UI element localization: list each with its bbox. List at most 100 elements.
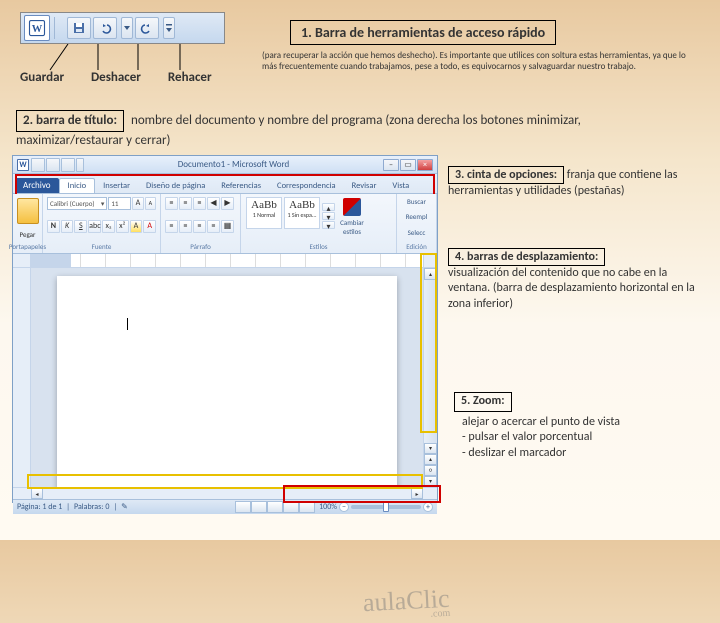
pointer-lines [20, 44, 225, 72]
indent-inc-icon[interactable]: ▶ [221, 197, 234, 210]
status-words[interactable]: 0 [105, 502, 109, 512]
tab-insertar[interactable]: Insertar [95, 179, 138, 193]
section5-line2: - pulsar el valor porcentual [462, 430, 706, 446]
section1-title: 1. Barra de herramientas de acceso rápid… [290, 20, 556, 45]
editing-group: Buscar Reempl Selecc Edición [397, 194, 437, 253]
ruler-toggle[interactable] [423, 254, 437, 267]
tab-correspondencia[interactable]: Correspondencia [269, 179, 344, 193]
select-button[interactable]: Selecc [408, 228, 426, 237]
watermark: aulaClic.com [362, 584, 450, 623]
qat-mini [31, 158, 84, 172]
change-styles-button[interactable]: Cambiar estilos [335, 196, 369, 236]
section5-line3: - deslizar el marcador [462, 446, 706, 462]
shrink-font-icon[interactable]: A [145, 197, 156, 210]
svg-text:W: W [32, 24, 43, 35]
section1-desc: (para recuperar la acción que hemos desh… [262, 50, 702, 73]
replace-button[interactable]: Reempl [406, 212, 428, 221]
zoom-control: 100% − + [319, 502, 433, 512]
multilevel-icon[interactable]: ≡ [193, 197, 206, 210]
styles-more-icon[interactable]: ▾ [322, 221, 335, 229]
view-web-icon[interactable] [267, 501, 283, 513]
font-color-button[interactable]: A [143, 220, 156, 233]
align-right-icon[interactable]: ≡ [193, 220, 206, 233]
horizontal-scrollbar[interactable]: ◂ ▸ [31, 488, 423, 499]
tab-referencias[interactable]: Referencias [213, 179, 269, 193]
zoom-out-button[interactable]: − [339, 502, 349, 512]
font-name-select[interactable]: Calibri (Cuerpo)▾ [47, 197, 107, 210]
zoom-slider[interactable] [351, 505, 421, 509]
font-size-select[interactable]: 11 [108, 197, 131, 210]
horizontal-scrollbar-row: ◂ ▸ [13, 487, 437, 499]
vertical-ruler[interactable] [13, 268, 31, 487]
section3-box: 3. cinta de opciones: [448, 166, 564, 184]
status-page[interactable]: Página: 1 de 1 [17, 502, 62, 512]
tab-revisar[interactable]: Revisar [344, 179, 385, 193]
qat-labels: Guardar Deshacer Rehacer [20, 70, 230, 85]
bullets-icon[interactable]: ≡ [165, 197, 178, 210]
status-words-label: Palabras: [74, 502, 103, 512]
undo-dropdown-icon [121, 17, 133, 39]
indent-dec-icon[interactable]: ◀ [207, 197, 220, 210]
scroll-up-icon[interactable]: ▴ [424, 268, 437, 280]
vertical-scrollbar[interactable]: ▴ ▾ ▴ ○ ▾ [423, 268, 437, 487]
tab-inicio[interactable]: Inicio [59, 178, 96, 193]
paste-icon[interactable] [17, 198, 39, 224]
zoom-percent[interactable]: 100% [319, 502, 337, 512]
view-draft-icon[interactable] [299, 501, 315, 513]
tab-file[interactable]: Archivo [15, 178, 59, 193]
browse-object-icon[interactable]: ○ [424, 465, 437, 476]
zoom-thumb[interactable] [383, 502, 389, 512]
styles-group: AaBb1 Normal AaBb1 Sin espa... ▴ ▾ ▾ Cam… [241, 194, 397, 253]
spellcheck-icon[interactable]: ✎ [121, 502, 128, 512]
find-button[interactable]: Buscar [407, 197, 426, 206]
section5-box: 5. Zoom: [454, 392, 512, 412]
underline-button[interactable]: S [74, 220, 87, 233]
close-button[interactable]: × [417, 159, 433, 171]
italic-button[interactable]: K [61, 220, 74, 233]
highlight-button[interactable]: A [130, 220, 143, 233]
sup-button[interactable]: x² [116, 220, 129, 233]
next-page-icon[interactable]: ▾ [424, 476, 437, 487]
titlebar: W Documento1 - Microsoft Word – ▭ × [13, 156, 437, 174]
numbering-icon[interactable]: ≡ [179, 197, 192, 210]
justify-icon[interactable]: ≡ [207, 220, 220, 233]
section5-line1: alejar o acercar el punto de vista [462, 415, 706, 431]
style-normal[interactable]: AaBb1 Normal [246, 197, 282, 229]
document-page[interactable] [57, 276, 397, 487]
scroll-right-icon[interactable]: ▸ [411, 488, 423, 499]
prev-page-icon[interactable]: ▴ [424, 454, 437, 465]
scroll-left-icon[interactable]: ◂ [31, 488, 43, 499]
scroll-down-icon[interactable]: ▾ [424, 443, 437, 454]
view-fullscreen-icon[interactable] [251, 501, 267, 513]
status-bar: Página: 1 de 1 | Palabras: 0 | ✎ 100% − … [13, 499, 437, 514]
align-center-icon[interactable]: ≡ [179, 220, 192, 233]
page-area [31, 268, 423, 487]
zoom-in-button[interactable]: + [423, 502, 433, 512]
view-outline-icon[interactable] [283, 501, 299, 513]
clipboard-group: Pegar Portapapeles [13, 194, 43, 253]
strike-button[interactable]: abc [88, 220, 101, 233]
styles-up-icon[interactable]: ▴ [322, 203, 335, 211]
grow-font-icon[interactable]: A [132, 197, 143, 210]
section3: 3. cinta de opciones: franja que contien… [448, 168, 706, 199]
sub-button[interactable]: x₂ [102, 220, 115, 233]
minimize-button[interactable]: – [383, 159, 399, 171]
horizontal-ruler[interactable] [31, 254, 423, 267]
shading-icon[interactable]: ▦ [221, 220, 234, 233]
label-deshacer: Deshacer [91, 70, 165, 85]
styles-down-icon[interactable]: ▾ [322, 212, 335, 220]
style-nospacing[interactable]: AaBb1 Sin espa... [284, 197, 320, 229]
text-cursor [127, 318, 128, 330]
tab-vista[interactable]: Vista [384, 179, 417, 193]
view-print-icon[interactable] [235, 501, 251, 513]
doc-title: Documento1 - Microsoft Word [84, 159, 383, 170]
section2: 2. barra de título: nombre del documento… [16, 110, 616, 149]
bold-button[interactable]: N [47, 220, 60, 233]
maximize-button[interactable]: ▭ [400, 159, 416, 171]
align-left-icon[interactable]: ≡ [165, 220, 178, 233]
tab-diseno[interactable]: Diseño de página [138, 179, 213, 193]
qat-customize-icon [163, 17, 175, 39]
paragraph-group: ≡ ≡ ≡ ◀ ▶ ≡ ≡ ≡ ≡ ▦ Párrafo [161, 194, 241, 253]
section2-box: 2. barra de título: [16, 110, 124, 132]
section5: 5. Zoom: alejar o acercar el punto de vi… [454, 392, 706, 461]
